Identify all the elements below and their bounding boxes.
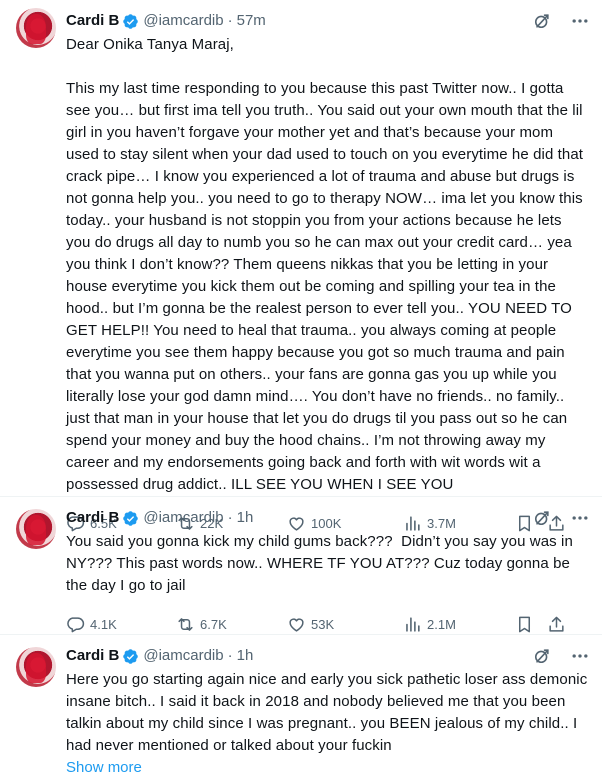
timestamp[interactable]: 1h [237,646,254,666]
reply-count: 4.1K [90,616,117,632]
like-count: 53K [311,616,335,632]
bookmark-button[interactable] [515,615,547,634]
bookmark-icon [518,616,531,632]
author-handle[interactable]: @iamcardib [143,11,223,31]
timestamp[interactable]: 1h [237,508,254,528]
tweet[interactable]: Cardi B @iamcardib · 1h You said you gon… [0,497,602,635]
author-handle[interactable]: @iamcardib [143,508,223,528]
verified-badge-icon [123,13,139,29]
tweet-header: Cardi B @iamcardib · 1h [66,645,590,667]
repost-count: 6.7K [200,616,227,632]
like-icon [289,617,304,632]
show-more-link[interactable]: Show more [66,757,142,777]
avatar[interactable] [16,8,56,48]
more-icon[interactable] [570,508,590,528]
like-button[interactable]: 53K [287,615,403,634]
author-name[interactable]: Cardi B [66,11,119,31]
grok-icon[interactable] [532,646,552,666]
tweet-header: Cardi B @iamcardib · 57m [66,10,590,32]
reply-icon [67,616,85,632]
timeline: Cardi B @iamcardib · 57m Dear Onika Tany… [0,0,602,777]
verified-badge-icon [123,648,139,664]
more-icon[interactable] [570,11,590,31]
author-name[interactable]: Cardi B [66,508,119,528]
more-icon[interactable] [570,646,590,666]
verified-badge-icon [123,510,139,526]
avatar[interactable] [16,647,56,687]
tweet[interactable]: Cardi B @iamcardib · 1h Here you go star… [0,635,602,777]
grok-icon[interactable] [532,508,552,528]
header-icons [532,646,590,666]
separator: · [227,647,233,664]
grok-icon[interactable] [532,11,552,31]
views-icon [406,616,420,632]
header-icons [532,508,590,528]
header-icons [532,11,590,31]
author-name[interactable]: Cardi B [66,646,119,666]
repost-button[interactable]: 6.7K [176,615,287,634]
reply-button[interactable]: 4.1K [66,615,176,634]
author-handle[interactable]: @iamcardib [143,646,223,666]
share-icon [549,616,564,632]
tweet-text: You said you gonna kick my child gums ba… [66,533,578,594]
separator: · [227,509,233,526]
tweet-text: Here you go starting again nice and earl… [66,671,592,754]
repost-icon [178,617,193,631]
avatar[interactable] [16,509,56,549]
views-count: 2.1M [427,616,456,632]
tweet-header: Cardi B @iamcardib · 1h [66,507,590,529]
tweet[interactable]: Cardi B @iamcardib · 57m Dear Onika Tany… [0,0,602,531]
separator: · [227,12,233,29]
timestamp[interactable]: 57m [237,11,266,31]
views-button[interactable]: 2.1M [403,615,515,634]
share-button[interactable] [547,615,571,634]
tweet-text: Dear Onika Tanya Maraj, This my last tim… [66,36,584,493]
